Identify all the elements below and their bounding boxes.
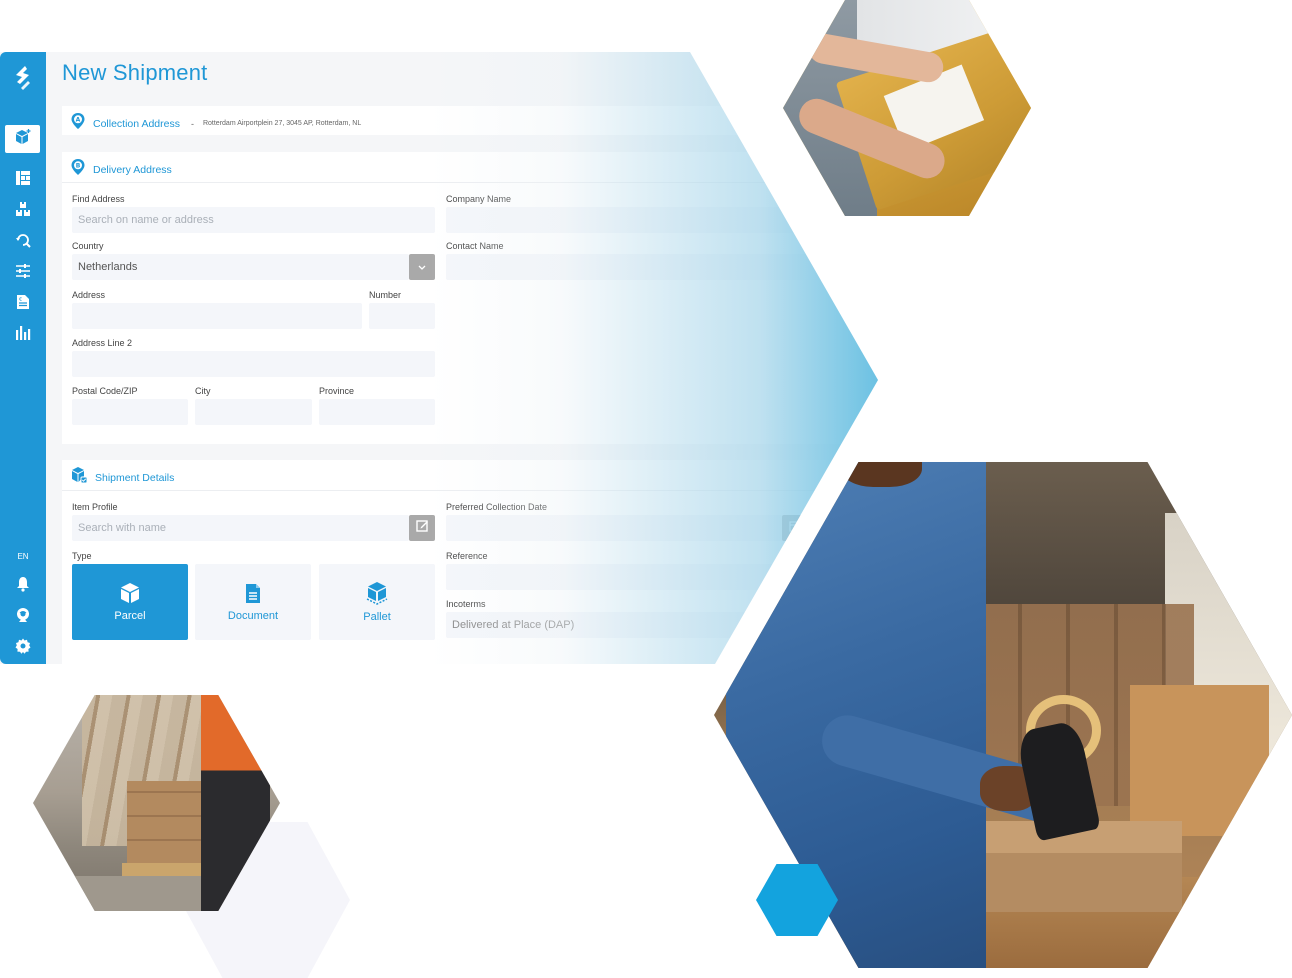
date-picker-button[interactable]	[782, 515, 808, 541]
type-label: Type	[72, 551, 92, 561]
bar-chart-icon	[15, 325, 31, 346]
company-name-input[interactable]	[446, 207, 846, 233]
province-label: Province	[319, 386, 355, 396]
svg-text:€: €	[19, 297, 22, 303]
language-selector[interactable]: EN	[0, 552, 46, 561]
page-title: New Shipment	[62, 60, 208, 85]
box-plus-icon	[14, 128, 32, 151]
sidebar-item-settings[interactable]	[13, 638, 33, 658]
item-profile-label: Item Profile	[72, 502, 118, 512]
type-option-parcel[interactable]: Parcel	[72, 564, 188, 640]
reference-label: Reference	[446, 551, 488, 561]
bell-icon	[15, 576, 31, 597]
sidebar-item-invoices[interactable]: €	[13, 294, 33, 314]
section-divider	[62, 182, 878, 183]
search-refresh-icon	[15, 232, 31, 253]
find-address-label: Find Address	[72, 194, 125, 204]
sidebar-item-tracking[interactable]	[13, 232, 33, 252]
separator-dash: -	[190, 118, 194, 129]
shipment-box-icon	[70, 466, 88, 489]
sidebar-item-shipments[interactable]	[13, 201, 33, 221]
country-select[interactable]: Netherlands	[72, 254, 409, 280]
preferred-collection-date-input[interactable]	[446, 515, 782, 541]
parcel-box-icon	[119, 582, 141, 607]
collection-address-title[interactable]: Collection Address	[93, 118, 180, 130]
document-icon	[245, 583, 261, 607]
headset-icon	[15, 607, 31, 628]
type-option-label: Document	[227, 609, 279, 622]
collection-address-value: Rotterdam Airportplein 27, 3045 AP, Rott…	[202, 120, 362, 127]
address-line2-input[interactable]	[72, 351, 435, 377]
number-input[interactable]	[369, 303, 435, 329]
app-window: € EN New Shipment A Collection Address -…	[0, 52, 878, 664]
shipment-details-title[interactable]: Shipment Details	[95, 472, 174, 484]
postal-code-label: Postal Code/ZIP	[72, 386, 138, 396]
province-input[interactable]	[319, 399, 435, 425]
find-address-input[interactable]: Search on name or address	[72, 207, 435, 233]
sidebar: € EN	[0, 52, 46, 664]
sidebar-item-reports[interactable]	[13, 325, 33, 345]
address-input[interactable]	[72, 303, 362, 329]
collection-address-section[interactable]: A Collection Address - Rotterdam Airport…	[62, 106, 878, 135]
boxes-icon	[15, 201, 31, 222]
document-euro-icon: €	[16, 294, 30, 315]
calendar-icon	[789, 519, 801, 537]
city-input[interactable]	[195, 399, 312, 425]
reference-input[interactable]	[446, 564, 846, 590]
section-divider	[62, 490, 878, 491]
dashboard-icon	[15, 170, 31, 191]
pallet-icon	[366, 581, 388, 608]
delivery-address-section: B Delivery Address Find Address Search o…	[62, 152, 878, 444]
type-option-label: Pallet	[363, 611, 391, 623]
app-logo-icon[interactable]	[11, 64, 35, 90]
sidebar-item-notifications[interactable]	[13, 576, 33, 596]
edit-icon	[415, 519, 429, 537]
type-option-document[interactable]: Document	[195, 564, 311, 640]
chevron-down-icon	[418, 258, 426, 276]
number-label: Number	[369, 290, 402, 300]
photo-parcel-handover	[783, 0, 1031, 216]
gear-icon	[15, 638, 31, 659]
type-option-pallet[interactable]: Pallet	[319, 564, 435, 640]
preferred-collection-date-label: Preferred Collection Date	[446, 502, 548, 512]
city-label: City	[195, 386, 211, 396]
incoterms-label: Incoterms	[446, 599, 486, 609]
svg-text:B: B	[76, 163, 81, 170]
type-option-label: Parcel	[114, 610, 146, 622]
postal-code-input[interactable]	[72, 399, 188, 425]
svg-text:A: A	[76, 117, 81, 124]
contact-name-label: Contact Name	[446, 241, 504, 251]
sliders-icon	[15, 263, 31, 284]
country-label: Country	[72, 241, 104, 251]
company-name-label: Company Name	[446, 194, 512, 204]
sidebar-item-new-shipment[interactable]	[5, 125, 40, 153]
delivery-address-title[interactable]: Delivery Address	[93, 164, 172, 176]
sidebar-item-dashboard[interactable]	[13, 170, 33, 190]
address-label: Address	[72, 290, 106, 300]
country-dropdown-button[interactable]	[409, 254, 435, 280]
location-pin-a-icon: A	[70, 112, 86, 135]
location-pin-b-icon: B	[70, 158, 86, 181]
address-line2-label: Address Line 2	[72, 338, 133, 348]
sidebar-item-support[interactable]	[13, 607, 33, 627]
item-profile-edit-button[interactable]	[409, 515, 435, 541]
contact-name-input[interactable]	[446, 254, 846, 280]
item-profile-input[interactable]: Search with name	[72, 515, 409, 541]
sidebar-item-settings-sliders[interactable]	[13, 263, 33, 283]
